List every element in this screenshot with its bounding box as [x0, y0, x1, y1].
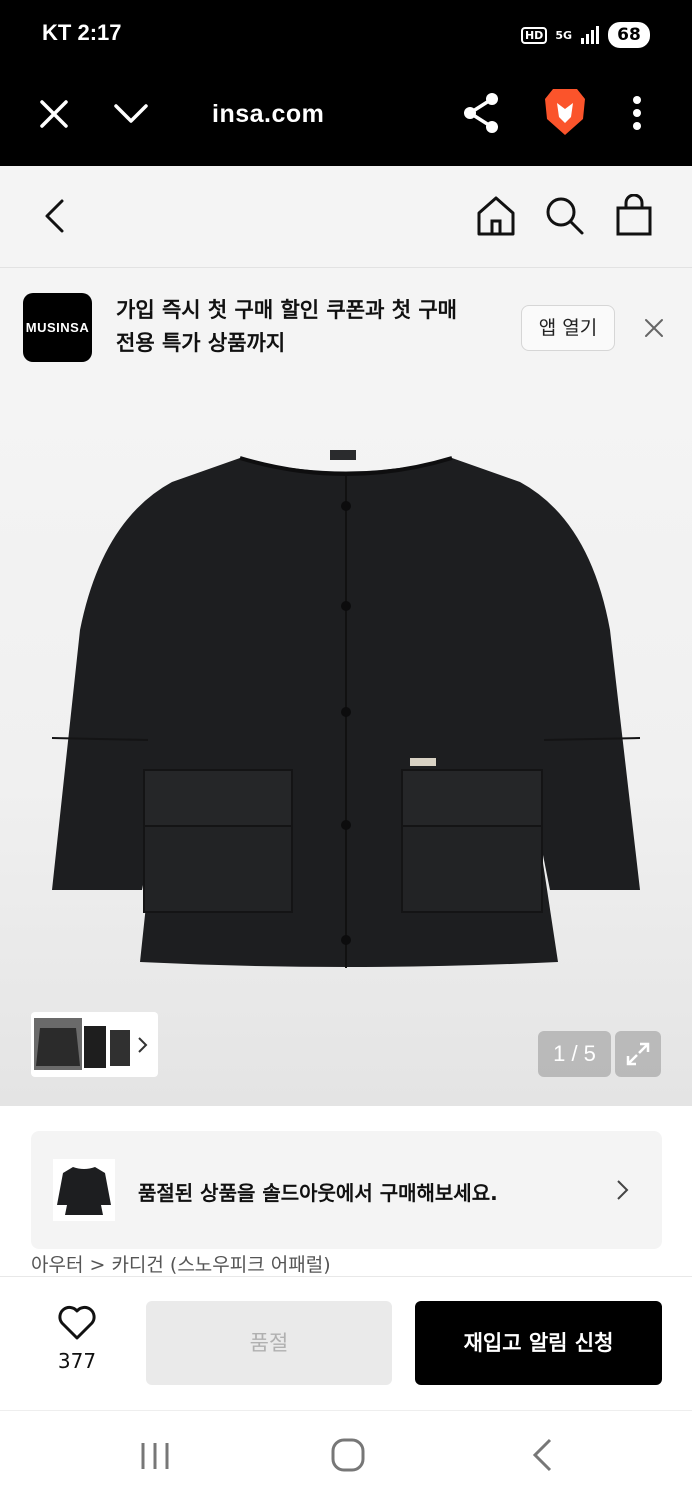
product-image-cardigan	[51, 450, 641, 968]
close-icon[interactable]	[38, 98, 70, 130]
network-icon: 5G	[555, 28, 572, 42]
bag-icon[interactable]	[615, 194, 653, 236]
musinsa-logo: MUSINSA	[23, 293, 92, 362]
like-button[interactable]: 377	[45, 1305, 109, 1373]
soldout-thumbnail	[53, 1159, 115, 1221]
product-gallery[interactable]: 1 / 5	[0, 388, 692, 1106]
thumbnail-image[interactable]	[34, 1018, 134, 1070]
recent-apps-icon[interactable]	[139, 1441, 171, 1471]
soldout-button: 품절	[146, 1301, 392, 1385]
signal-icon	[581, 26, 599, 44]
battery-icon: 68	[608, 22, 650, 48]
back-nav-icon[interactable]	[531, 1438, 553, 1472]
heart-icon	[58, 1305, 96, 1340]
more-icon[interactable]	[631, 95, 643, 131]
app-promo-banner: MUSINSA 가입 즉시 첫 구매 할인 쿠폰과 첫 구매 전용 특가 상품까…	[0, 268, 692, 388]
promo-close-icon[interactable]	[644, 318, 664, 338]
back-icon[interactable]	[42, 198, 66, 234]
thumbnail-chevron-right-icon[interactable]	[137, 1036, 149, 1054]
expand-button[interactable]	[615, 1031, 661, 1077]
search-icon[interactable]	[545, 196, 585, 236]
status-bar: KT 2:17 HD 5G 68	[0, 0, 692, 68]
system-nav-bar	[0, 1410, 692, 1500]
browser-toolbar: insa.com	[0, 68, 692, 166]
expand-icon	[626, 1042, 650, 1066]
status-icons: HD 5G 68	[520, 22, 650, 48]
open-app-button[interactable]: 앱 열기	[521, 305, 615, 351]
brave-icon[interactable]	[543, 87, 587, 137]
chevron-down-icon[interactable]	[113, 102, 149, 126]
share-icon[interactable]	[461, 92, 501, 134]
soldout-link-banner[interactable]: 품절된 상품을 솔드아웃에서 구매해보세요.	[31, 1131, 662, 1249]
bottom-action-bar: 377 품절 재입고 알림 신청	[0, 1276, 692, 1410]
hd-icon: HD	[520, 26, 548, 44]
site-header	[0, 166, 692, 268]
promo-message: 가입 즉시 첫 구매 할인 쿠폰과 첫 구매 전용 특가 상품까지	[116, 298, 457, 355]
like-count: 377	[57, 1349, 97, 1373]
soldout-message: 품절된 상품을 솔드아웃에서 구매해보세요.	[138, 1181, 498, 1205]
carrier-time: KT 2:17	[42, 20, 122, 45]
image-counter: 1 / 5	[538, 1031, 611, 1077]
thumbnail-strip[interactable]	[31, 1012, 158, 1077]
home-icon[interactable]	[475, 195, 517, 237]
url-bar[interactable]: insa.com	[212, 100, 324, 129]
category-breadcrumb[interactable]: 아우터 > 카디건 (스노우피크 어패럴)	[31, 1250, 331, 1277]
home-nav-icon[interactable]	[331, 1438, 365, 1472]
chevron-right-icon	[617, 1180, 629, 1200]
restock-alert-button[interactable]: 재입고 알림 신청	[415, 1301, 662, 1385]
